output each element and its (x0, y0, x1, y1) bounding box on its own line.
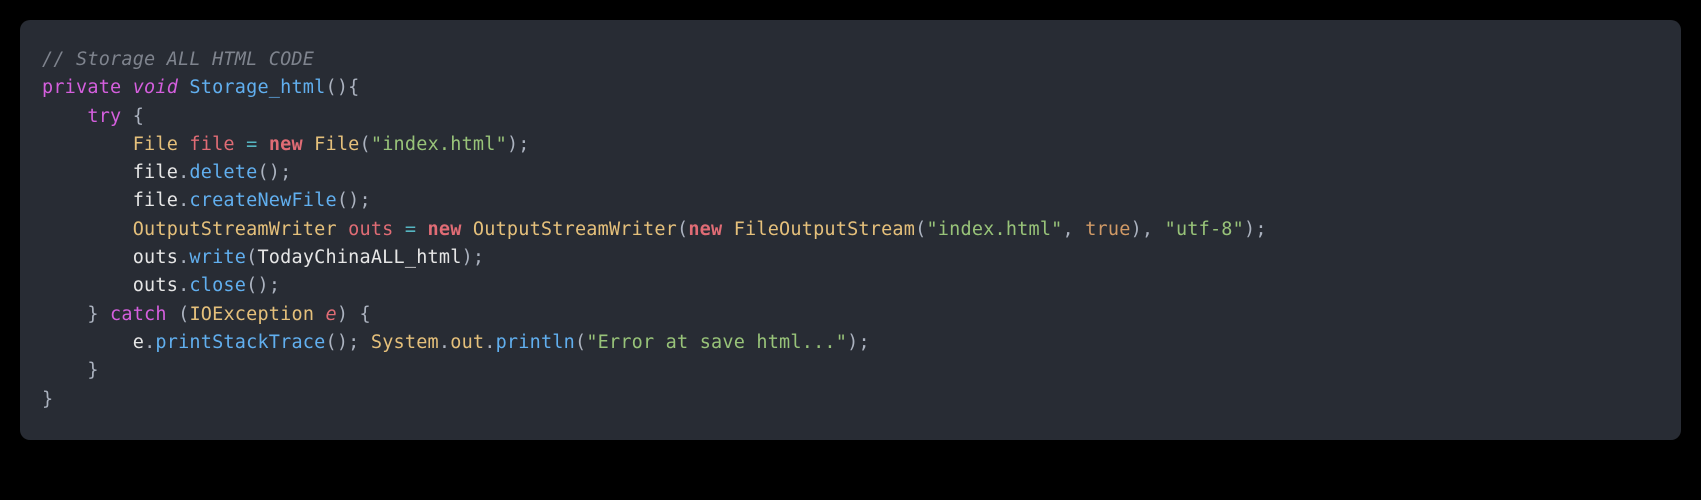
kw-catch: catch (110, 304, 167, 325)
ctor-file: File (314, 134, 359, 155)
kw-new: new (269, 134, 303, 155)
fld-out: out (450, 332, 484, 353)
bool-true: true (1085, 219, 1130, 240)
cls-system: System (371, 332, 439, 353)
kw-try: try (87, 106, 121, 127)
str-utf8: "utf-8" (1165, 219, 1244, 240)
str-index: "index.html" (371, 134, 507, 155)
str-err: "Error at save html..." (586, 332, 847, 353)
call-createnewfile: createNewFile (189, 190, 336, 211)
var-outs: outs (348, 219, 393, 240)
call-close: close (189, 275, 246, 296)
arg-today: TodayChinaALL_html (257, 247, 461, 268)
call-printstacktrace: printStackTrace (155, 332, 325, 353)
ctor-osw: OutputStreamWriter (473, 219, 677, 240)
kw-void: void (133, 77, 178, 98)
var-file: file (189, 134, 234, 155)
type-osw: OutputStreamWriter (133, 219, 337, 240)
ctor-fos: FileOutputStream (734, 219, 915, 240)
call-write: write (189, 247, 246, 268)
call-delete: delete (189, 162, 257, 183)
type-file: File (133, 134, 178, 155)
call-println: println (496, 332, 575, 353)
code-block: // Storage ALL HTML CODE private void St… (20, 20, 1681, 440)
kw-private: private (42, 77, 121, 98)
fn-name: Storage_html (189, 77, 325, 98)
code-comment: // Storage ALL HTML CODE (42, 49, 314, 70)
type-ioexception: IOException (189, 304, 314, 325)
var-e: e (326, 304, 337, 325)
